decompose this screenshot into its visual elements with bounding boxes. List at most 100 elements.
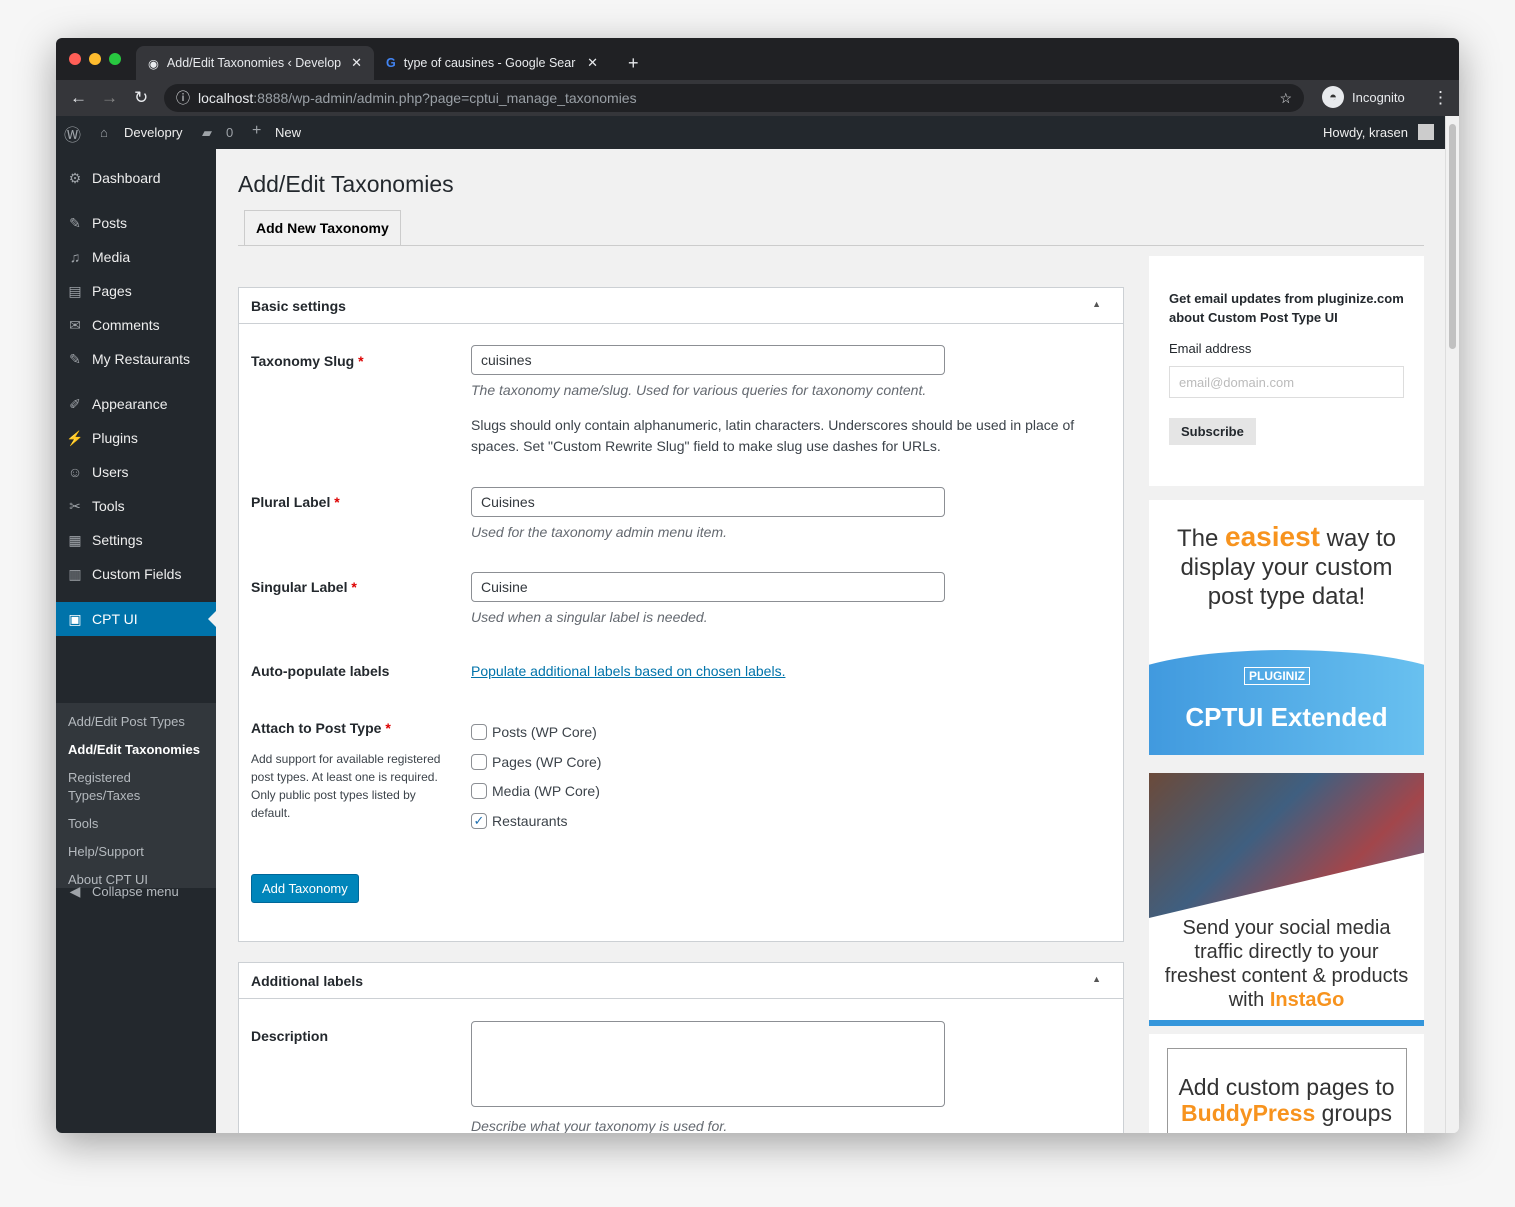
sidebar-item-settings[interactable]: ▦ Settings <box>56 523 216 557</box>
browser-toolbar: ← → ↻ ⓘ localhost:8888/wp-admin/admin.php… <box>56 80 1459 116</box>
cptui-submenu: Add/Edit Post Types Add/Edit Taxonomies … <box>56 703 216 888</box>
submenu-post-types[interactable]: Add/Edit Post Types <box>68 713 185 731</box>
menu-icon: ▣ <box>68 611 82 627</box>
sidebar-item-custom-fields[interactable]: ▥ Custom Fields <box>56 557 216 591</box>
back-icon[interactable]: ← <box>70 88 87 108</box>
wp-admin-bar: Ⓦ ⌂ Developry ▰ 0 + New Howdy, krasen <box>56 116 1445 149</box>
pluginize-logo: PLUGINIZ <box>1244 667 1310 685</box>
singular-label-input[interactable]: Cuisine <box>471 572 945 602</box>
page-scrollbar[interactable] <box>1445 116 1459 1133</box>
menu-icon: ♫ <box>69 249 81 265</box>
info-icon: ⓘ <box>176 90 190 106</box>
collapse-triangle-icon[interactable]: ▲ <box>1092 299 1101 309</box>
menu-icon: ⚡ <box>66 430 84 446</box>
menu-icon: ▤ <box>68 283 82 299</box>
post-type-checkbox[interactable]: ✓ Restaurants <box>471 812 567 829</box>
scrollbar-thumb[interactable] <box>1449 124 1456 349</box>
sidebar-item-plugins[interactable]: ⚡ Plugins <box>56 421 216 455</box>
address-bar[interactable]: ⓘ localhost:8888/wp-admin/admin.php?page=… <box>164 84 1304 112</box>
plural-description: Used for the taxonomy admin menu item. <box>471 524 728 540</box>
menu-icon: ▥ <box>68 566 82 582</box>
submenu-tools[interactable]: Tools <box>68 815 98 833</box>
subscribe-button[interactable]: Subscribe <box>1169 418 1256 445</box>
description-help: Describe what your taxonomy is used for. <box>471 1118 728 1133</box>
populate-labels-link[interactable]: Populate additional labels based on chos… <box>471 661 785 682</box>
tab-add-new-taxonomy[interactable]: Add New Taxonomy <box>244 210 401 246</box>
menu-icon: ✎ <box>69 215 81 231</box>
ad3-text: Add custom pages to <box>1178 1074 1395 1100</box>
plural-label: Plural Label * <box>251 494 340 510</box>
home-icon: ⌂ <box>100 125 108 140</box>
email-input[interactable]: email@domain.com <box>1169 366 1404 398</box>
panel-header[interactable]: Basic settings ▲ <box>239 288 1123 324</box>
slug-description: The taxonomy name/slug. Used for various… <box>471 382 927 398</box>
tab-google[interactable]: Gtype of causines - Google Sear ✕ <box>374 46 610 80</box>
ad-instago[interactable]: Send your social media traffic directly … <box>1149 773 1424 1026</box>
maximize-window-button[interactable] <box>109 53 121 65</box>
sidebar-item-cpt-ui[interactable]: ▣ CPT UI <box>56 602 216 636</box>
incognito-icon: ◓ <box>1322 86 1344 108</box>
collapse-triangle-icon[interactable]: ▲ <box>1092 974 1101 984</box>
minimize-window-button[interactable] <box>89 53 101 65</box>
sidebar-item-my-restaurants[interactable]: ✎ My Restaurants <box>56 342 216 376</box>
email-signup-widget: Get email updates from pluginize.com abo… <box>1149 256 1424 486</box>
incognito-badge[interactable]: ◓ Incognito <box>1322 86 1405 108</box>
google-favicon-icon: G <box>386 56 396 70</box>
sidebar-item-appearance[interactable]: ✐ Appearance <box>56 387 216 421</box>
admin-sidebar: ⚙ Dashboard ✎ Posts ♫ Media ▤ Pages ✉ Comments ✎ My… <box>56 149 216 1133</box>
checkbox-icon[interactable] <box>471 753 487 770</box>
sidebar-item-media[interactable]: ♫ Media <box>56 240 216 274</box>
current-arrow-icon <box>200 611 216 627</box>
checkbox-icon[interactable] <box>471 724 487 740</box>
collapse-menu[interactable]: ◀ Collapse menu <box>56 874 216 908</box>
avatar[interactable] <box>1418 124 1434 140</box>
auto-populate-label: Auto-populate labels <box>251 663 390 679</box>
description-textarea[interactable] <box>471 1021 945 1107</box>
plural-label-input[interactable]: Cuisines <box>471 487 945 517</box>
plus-icon: + <box>252 122 262 139</box>
add-taxonomy-button[interactable]: Add Taxonomy <box>251 874 359 903</box>
post-type-checkbox[interactable]: Media (WP Core) <box>471 783 600 799</box>
reload-icon[interactable]: ↻ <box>134 88 148 108</box>
additional-labels-panel: Additional labels ▲ Description Describe … <box>238 962 1124 1133</box>
submenu-registered[interactable]: Registered Types/Taxes <box>68 769 168 805</box>
menu-icon: ▦ <box>68 532 82 548</box>
howdy-account[interactable]: Howdy, krasen <box>1323 125 1408 140</box>
ad-cptui-extended[interactable]: The easiest way to display your custom p… <box>1149 500 1424 755</box>
tab-bar: ◉ Add/Edit Taxonomies ‹ Develop ✕ Gtype of… <box>56 38 1459 80</box>
comments-count[interactable]: 0 <box>226 125 233 140</box>
star-icon[interactable]: ☆ <box>1279 90 1292 107</box>
wordpress-logo-icon[interactable]: Ⓦ <box>64 121 81 146</box>
close-window-button[interactable] <box>69 53 81 65</box>
submenu-help[interactable]: Help/Support <box>68 843 144 861</box>
checkbox-icon[interactable] <box>471 783 487 799</box>
ad-buddypress[interactable]: Add custom pages to BuddyPress groups <box>1149 1034 1424 1133</box>
sidebar-item-pages[interactable]: ▤ Pages <box>56 274 216 308</box>
sidebar-item-dashboard[interactable]: ⚙ Dashboard <box>56 161 216 195</box>
signup-intro: Get email updates from pluginize.com abo… <box>1169 291 1404 325</box>
sidebar-item-tools[interactable]: ✂ Tools <box>56 489 216 523</box>
submenu-taxonomies[interactable]: Add/Edit Taxonomies <box>68 741 200 759</box>
menu-icon: ✎ <box>69 351 81 367</box>
main-content: Add/Edit Taxonomies Add New Taxonomy Bas… <box>216 149 1445 1133</box>
taxonomy-slug-input[interactable]: cuisines <box>471 345 945 375</box>
page-title: Add/Edit Taxonomies <box>238 171 454 197</box>
checkbox-icon[interactable]: ✓ <box>471 812 487 829</box>
new-link[interactable]: New <box>275 125 301 140</box>
attach-description: Add support for available registered pos… <box>251 752 441 820</box>
tab-active[interactable]: ◉ Add/Edit Taxonomies ‹ Develop ✕ <box>136 46 374 80</box>
comment-icon: ▰ <box>202 125 212 140</box>
sidebar-item-posts[interactable]: ✎ Posts <box>56 206 216 240</box>
close-tab-icon[interactable]: ✕ <box>587 55 598 71</box>
sidebar-item-comments[interactable]: ✉ Comments <box>56 308 216 342</box>
site-link[interactable]: Developry <box>124 125 183 140</box>
panel-header[interactable]: Additional labels ▲ <box>239 963 1123 999</box>
close-tab-icon[interactable]: ✕ <box>351 55 362 71</box>
forward-icon[interactable]: → <box>101 88 118 108</box>
post-type-checkbox[interactable]: Pages (WP Core) <box>471 753 601 770</box>
attach-label: Attach to Post Type * <box>251 720 391 736</box>
new-tab-button[interactable]: + <box>616 46 651 80</box>
menu-icon[interactable]: ⋮ <box>1432 88 1449 108</box>
sidebar-item-users[interactable]: ☺ Users <box>56 455 216 489</box>
post-type-checkbox[interactable]: Posts (WP Core) <box>471 724 597 740</box>
